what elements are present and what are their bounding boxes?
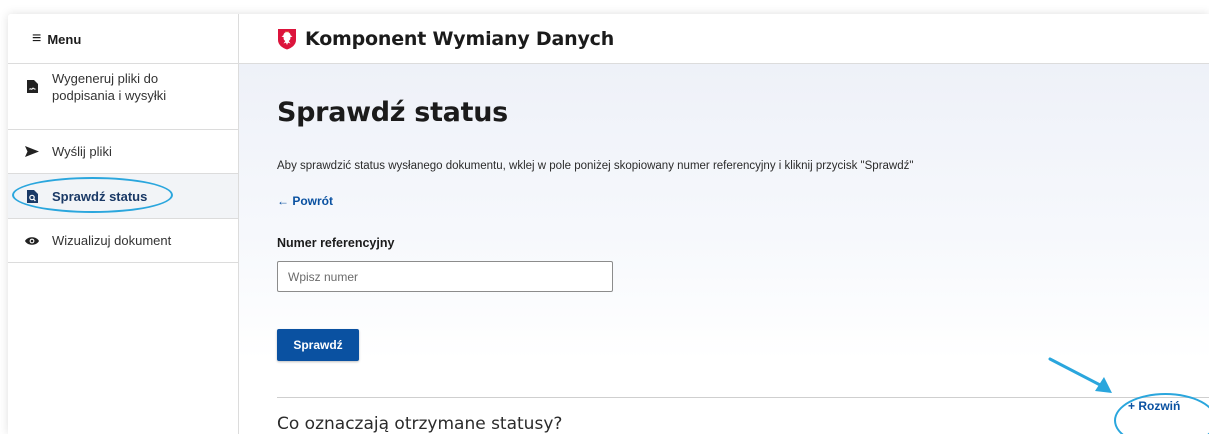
- app-window: ≡ Menu Komponent Wymiany Danych Wygeneru…: [8, 14, 1209, 434]
- send-icon: [24, 146, 40, 157]
- faq-question: Co oznaczają otrzymane statusy?: [277, 414, 563, 434]
- main-content: Sprawdź status Aby sprawdzić status wysł…: [239, 64, 1209, 434]
- reference-number-input[interactable]: [277, 261, 613, 292]
- sidebar-item-label: Wygeneruj pliki do podpisania i wysyłki: [52, 71, 167, 103]
- back-link[interactable]: ← Powrót: [277, 194, 333, 208]
- divider: [277, 397, 1209, 398]
- sidebar-item-label: Sprawdź status: [52, 188, 148, 204]
- sidebar-item-send-files[interactable]: Wyślij pliki: [8, 130, 238, 174]
- app-title: Komponent Wymiany Danych: [305, 28, 615, 50]
- document-search-icon: [24, 189, 40, 203]
- brand: Komponent Wymiany Danych: [277, 14, 614, 64]
- page-title: Sprawdź status: [277, 97, 508, 128]
- menu-label: Menu: [47, 31, 82, 47]
- document-signature-icon: [24, 80, 40, 93]
- sidebar: Wygeneruj pliki do podpisania i wysyłki …: [8, 64, 239, 434]
- sidebar-item-check-status[interactable]: Sprawdź status: [8, 174, 238, 219]
- top-bar: ≡ Menu Komponent Wymiany Danych: [8, 14, 1209, 64]
- sidebar-item-generate-files[interactable]: Wygeneruj pliki do podpisania i wysyłki: [8, 64, 238, 130]
- check-button[interactable]: Sprawdź: [277, 329, 359, 361]
- page-description: Aby sprawdzić status wysłanego dokumentu…: [277, 160, 914, 172]
- menu-button[interactable]: ≡ Menu: [8, 14, 239, 64]
- coat-of-arms-icon: [278, 29, 296, 50]
- sidebar-item-label: Wyślij pliki: [52, 144, 112, 159]
- expand-button[interactable]: + Rozwiń: [1128, 399, 1180, 413]
- hamburger-icon: ≡: [32, 30, 42, 47]
- reference-number-label: Numer referencyjny: [277, 236, 395, 250]
- sidebar-item-label: Wizualizuj dokument: [52, 233, 172, 248]
- sidebar-item-visualize-document[interactable]: Wizualizuj dokument: [8, 219, 238, 263]
- eye-icon: [24, 236, 40, 246]
